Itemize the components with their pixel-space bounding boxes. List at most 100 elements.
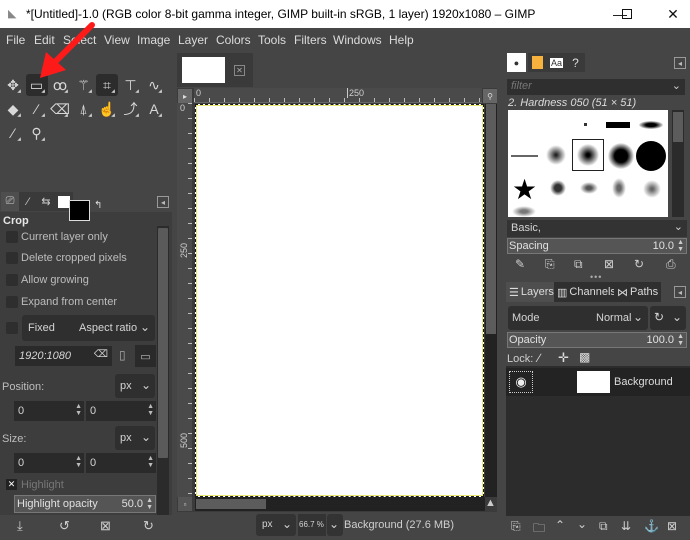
brush-item[interactable] — [580, 182, 598, 194]
clone-tool[interactable]: ⍋ — [73, 98, 95, 120]
brush-item[interactable] — [643, 180, 661, 198]
duplicate-brush-icon[interactable]: ⧉ — [574, 257, 583, 272]
lock-pixels-icon[interactable]: ∕ — [538, 351, 540, 365]
navigate-icon[interactable]: ▲ — [485, 497, 496, 509]
menu-windows[interactable]: Windows — [333, 33, 382, 47]
expand-from-center-checkbox[interactable] — [6, 296, 18, 308]
maximize-button[interactable] — [604, 0, 650, 28]
warp-transform-tool[interactable]: ∿ — [143, 74, 165, 96]
highlight-checkbox[interactable]: ✕ — [6, 479, 17, 490]
brush-item[interactable] — [608, 143, 634, 169]
lock-position-icon[interactable]: ✛ — [558, 350, 569, 366]
landscape-icon[interactable]: ▭ — [135, 345, 156, 367]
brush-grid-scrollbar[interactable] — [672, 110, 684, 217]
canvas-vertical-scrollbar[interactable] — [485, 104, 497, 497]
image-tab[interactable]: ✕ — [177, 53, 253, 87]
edit-brush-icon[interactable]: ✎ — [515, 257, 525, 271]
layer-opacity-slider[interactable]: Opacity 100.0 ▲ ▼ — [507, 332, 687, 348]
menu-view[interactable]: View — [104, 33, 130, 47]
text-tool[interactable]: A — [143, 98, 165, 120]
close-image-icon[interactable]: ✕ — [234, 65, 245, 76]
menu-file[interactable]: File — [6, 33, 25, 47]
tab-channels[interactable]: ▥ Channels — [554, 282, 619, 302]
delete-options-icon[interactable]: ⊠ — [100, 518, 111, 534]
color-picker-tool[interactable]: ⁄ — [2, 122, 24, 144]
brush-item[interactable] — [550, 180, 566, 196]
close-button[interactable]: ✕ — [650, 0, 690, 28]
spin-arrows-icon[interactable]: ▲ ▼ — [677, 239, 684, 253]
tab-device-status[interactable]: ⁄ — [19, 192, 37, 211]
spin-arrows-icon[interactable]: ▲ ▼ — [146, 497, 153, 511]
panel-menu-icon[interactable]: ◂ — [674, 57, 686, 69]
brush-item[interactable] — [606, 122, 630, 128]
brush-item[interactable] — [584, 123, 587, 126]
delete-cropped-pixels-checkbox[interactable] — [6, 252, 18, 264]
move-tool[interactable]: ✥ — [2, 74, 24, 96]
tab-layers[interactable]: ☰ Layers — [506, 282, 557, 302]
menu-help[interactable]: Help — [389, 33, 414, 47]
eye-icon[interactable]: ◉ — [509, 371, 533, 393]
portrait-icon[interactable]: ▯ — [119, 348, 126, 362]
size-width-spinner[interactable]: 0 ▲ ▼ — [14, 453, 84, 473]
tool-options-scrollbar-thumb[interactable] — [158, 228, 168, 458]
rectangle-select-tool[interactable]: ▭ — [25, 74, 48, 96]
reset-options-icon[interactable]: ↻ — [143, 518, 154, 534]
layer-mode-combo[interactable]: Mode Normal ⌄ — [508, 306, 648, 330]
scrollbar-thumb[interactable] — [486, 104, 496, 334]
brush-preset-combo[interactable]: Basic, ⌄ — [507, 220, 687, 237]
brush-item[interactable] — [612, 178, 626, 198]
clear-entry-icon[interactable]: ⌫ — [94, 349, 108, 360]
image-canvas[interactable] — [195, 104, 484, 497]
brush-filter-input[interactable]: filter ⌄ — [507, 79, 685, 95]
foreground-color-swatch[interactable] — [69, 200, 90, 221]
tab-fonts[interactable]: Aa — [547, 53, 566, 72]
merge-layer-icon[interactable]: ⇊ — [621, 519, 631, 533]
menu-filters[interactable]: Filters — [294, 33, 327, 47]
panel-menu-icon[interactable]: ◂ — [674, 286, 686, 298]
restore-options-icon[interactable]: ↺ — [59, 518, 70, 534]
paintbrush-tool[interactable]: ∕ — [26, 98, 48, 120]
menu-edit[interactable]: Edit — [34, 33, 55, 47]
zoom-combo[interactable]: ⌄ — [327, 514, 343, 536]
new-layer-icon[interactable]: ⎘ — [511, 519, 521, 534]
spin-arrows-icon[interactable]: ▲ ▼ — [147, 403, 154, 417]
save-options-icon[interactable]: ⤓ — [17, 518, 23, 534]
size-height-spinner[interactable]: 0 ▲ ▼ — [86, 453, 156, 473]
spin-arrows-icon[interactable]: ▲ ▼ — [147, 455, 154, 469]
composite-mode-combo[interactable]: ↻ ⌄ — [650, 306, 686, 330]
spin-arrows-icon[interactable]: ▲ ▼ — [75, 455, 82, 469]
raise-layer-icon[interactable]: ⌃ — [555, 518, 565, 532]
vertical-ruler[interactable]: 0 250 500 — [177, 103, 192, 497]
spin-arrows-icon[interactable]: ▲ ▼ — [75, 403, 82, 417]
tab-patterns[interactable] — [528, 53, 547, 72]
tab-tool-options[interactable]: ⎚ — [1, 192, 19, 211]
lasso-tool[interactable]: ꝏ — [49, 74, 71, 96]
menu-select[interactable]: Select — [63, 33, 96, 47]
menu-image[interactable]: Image — [137, 33, 170, 47]
highlight-opacity-slider[interactable]: Highlight opacity 50.0 ▲ ▼ — [14, 495, 156, 513]
zoom-to-fit-icon[interactable]: ⚲ — [483, 89, 497, 103]
fixed-checkbox[interactable] — [6, 322, 18, 334]
quick-mask-menu-icon[interactable]: ▸ — [178, 89, 192, 103]
brush-item[interactable] — [512, 206, 536, 217]
lock-alpha-icon[interactable]: ▩ — [579, 350, 590, 364]
scrollbar-thumb[interactable] — [673, 112, 683, 142]
anchor-layer-icon[interactable]: ⚓ — [644, 519, 659, 533]
unified-transform-tool[interactable]: ⊤ — [120, 74, 142, 96]
position-y-spinner[interactable]: 0 ▲ ▼ — [86, 401, 156, 421]
canvas-horizontal-scrollbar[interactable] — [195, 497, 485, 511]
lower-layer-icon[interactable]: ⌄ — [577, 517, 587, 531]
delete-brush-icon[interactable]: ⊠ — [604, 257, 614, 271]
paths-tool[interactable]: ⤴ — [120, 98, 142, 120]
menu-colors[interactable]: Colors — [216, 33, 251, 47]
current-layer-only-checkbox[interactable] — [6, 231, 18, 243]
new-brush-icon[interactable]: ⎘ — [545, 257, 555, 272]
dock-separator-handle[interactable]: ••• — [590, 272, 602, 282]
tab-undo-history[interactable]: ⇆ — [37, 192, 55, 211]
bucket-fill-tool[interactable]: ◆ — [2, 98, 24, 120]
fuzzy-select-tool[interactable]: ⚚ — [73, 74, 95, 96]
brush-item[interactable] — [636, 141, 666, 171]
zoom-input[interactable]: 66.7 % — [298, 514, 326, 536]
zoom-tool[interactable]: ⚲ — [26, 122, 48, 144]
brush-item[interactable] — [511, 155, 538, 157]
